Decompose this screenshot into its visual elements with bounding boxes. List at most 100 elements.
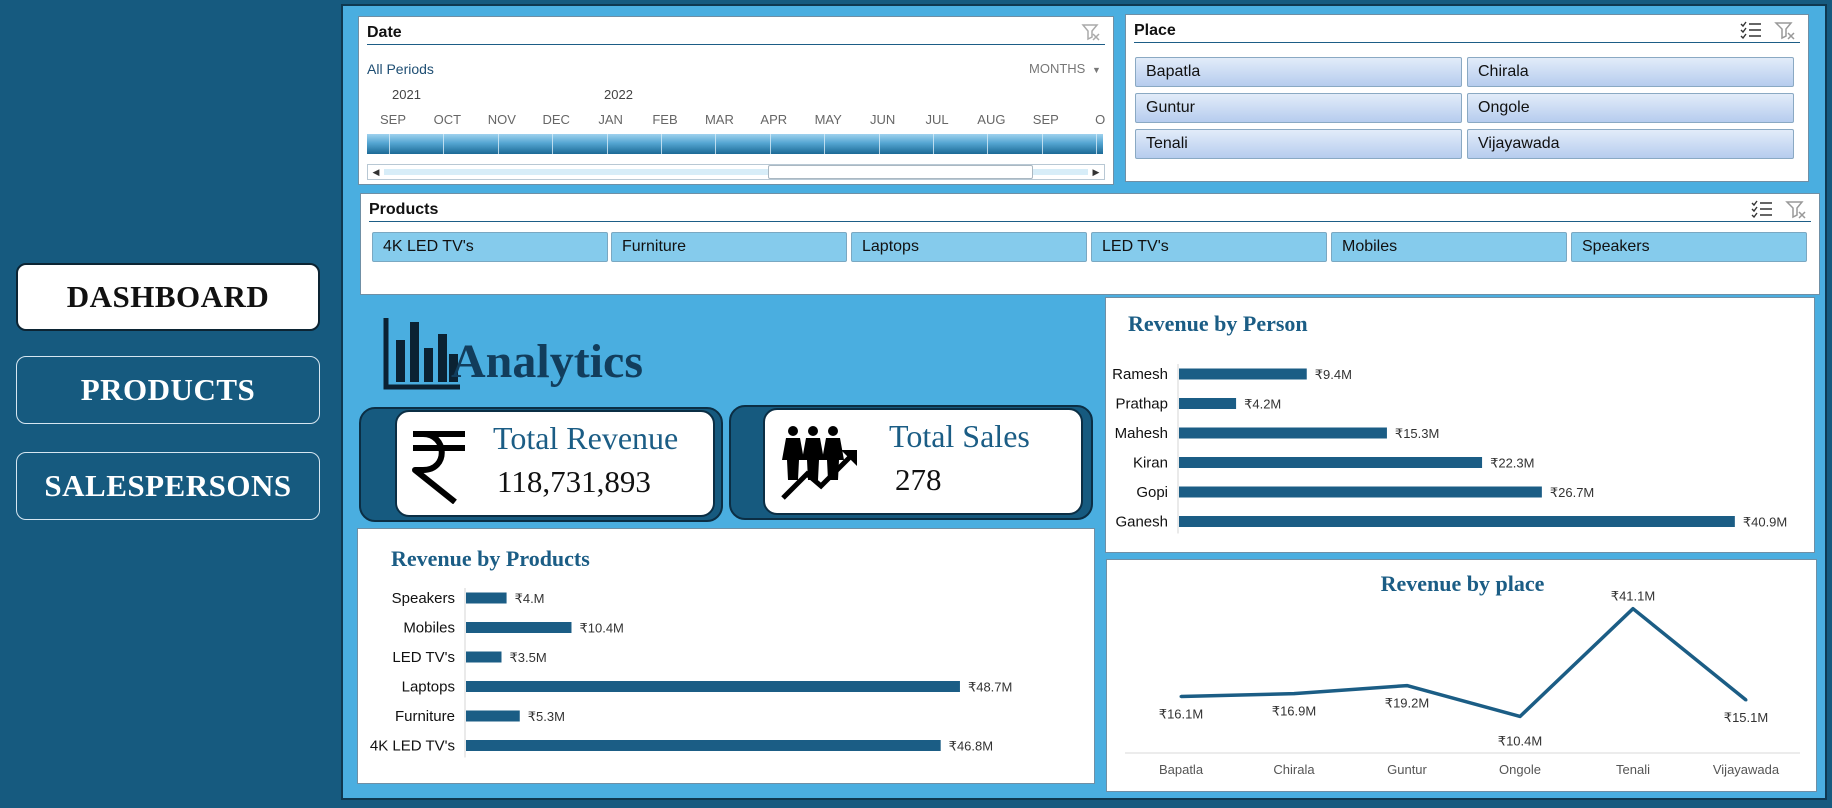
people-growth-icon — [779, 422, 869, 507]
bar — [1179, 427, 1387, 439]
month-label[interactable]: FEB — [645, 112, 685, 127]
scroll-thumb[interactable] — [768, 165, 1033, 179]
timeline-divider — [824, 134, 825, 154]
kpi-total-revenue-inner: Total Revenue 118,731,893 — [395, 410, 715, 517]
revenue-by-place-chart: Revenue by place ₹16.1M Bapatla ₹16.9M Chir… — [1106, 559, 1817, 792]
place-item-bapatla[interactable]: Bapatla — [1135, 57, 1462, 87]
kpi-revenue-label: Total Revenue — [493, 420, 679, 456]
multi-select-icon[interactable] — [1740, 21, 1762, 46]
products-slicer-title: Products — [369, 201, 439, 218]
month-label[interactable]: OCT — [427, 112, 467, 127]
month-label[interactable]: SEP — [373, 112, 413, 127]
category-tick-label: Mobiles — [403, 620, 455, 637]
bar — [1179, 486, 1542, 498]
product-item-led-tvs[interactable]: LED TV's — [1091, 232, 1327, 262]
month-label[interactable]: APR — [754, 112, 794, 127]
bar — [466, 592, 507, 604]
timeline-bar[interactable] — [367, 134, 1103, 154]
nav-salespersons-button[interactable]: SALESPERSONS — [16, 452, 320, 520]
scroll-left-icon[interactable]: ◀ — [368, 165, 384, 179]
data-label: ₹4.M — [515, 591, 545, 606]
data-label: ₹41.1M — [1611, 589, 1655, 604]
product-item-laptops[interactable]: Laptops — [851, 232, 1087, 262]
month-label[interactable]: AUG — [971, 112, 1011, 127]
product-item-speakers[interactable]: Speakers — [1571, 232, 1807, 262]
bar — [466, 681, 960, 692]
category-tick-label: 4K LED TV's — [370, 738, 455, 755]
nav-dashboard-button[interactable]: DASHBOARD — [16, 263, 320, 331]
timeline-divider — [443, 134, 444, 154]
timeline-divider — [715, 134, 716, 154]
all-periods-label: All Periods — [367, 61, 434, 77]
month-label[interactable]: SEP — [1026, 112, 1066, 127]
data-point — [1292, 692, 1296, 696]
revenue-by-place-svg: ₹16.1M Bapatla ₹16.9M Chirala ₹19.2M Guntur ₹1… — [1125, 589, 1800, 777]
place-item-guntur[interactable]: Guntur — [1135, 93, 1462, 123]
place-item-ongole[interactable]: Ongole — [1467, 93, 1794, 123]
product-item-furniture[interactable]: Furniture — [611, 232, 847, 262]
timeline-divider — [879, 134, 880, 154]
revenue-by-person-svg: Ramesh ₹9.4M Prathap ₹4.2M Mahesh ₹15.3M Kiran… — [1112, 364, 1787, 534]
category-tick-label: Ramesh — [1112, 366, 1168, 383]
timeline-divider — [552, 134, 553, 154]
month-label[interactable]: JUN — [863, 112, 903, 127]
bar — [1179, 368, 1307, 380]
category-tick-label: Ganesh — [1115, 514, 1168, 531]
scroll-right-icon[interactable]: ▶ — [1088, 165, 1104, 179]
timeline-divider — [770, 134, 771, 154]
multi-select-icon[interactable] — [1751, 200, 1773, 225]
category-tick-label: Speakers — [392, 590, 455, 607]
category-tick-label: Vijayawada — [1713, 762, 1780, 777]
bar — [1179, 398, 1237, 409]
year-label: 2021 — [392, 87, 421, 102]
data-label: ₹48.7M — [968, 680, 1012, 695]
category-tick-label: Ongole — [1499, 762, 1541, 777]
place-slicer-header: Place — [1134, 21, 1800, 43]
nav-products-button[interactable]: PRODUCTS — [16, 356, 320, 424]
timeline-divider — [1096, 134, 1097, 154]
month-label[interactable]: JAN — [591, 112, 631, 127]
timeline-divider — [661, 134, 662, 154]
kpi-total-sales-inner: Total Sales 278 — [763, 408, 1083, 515]
bar — [466, 651, 502, 663]
month-label[interactable]: JUL — [917, 112, 957, 127]
category-tick-label: Kiran — [1133, 455, 1168, 472]
month-label[interactable]: DEC — [536, 112, 576, 127]
rupee-icon — [409, 430, 469, 509]
timeline-divider — [1042, 134, 1043, 154]
place-item-vijayawada[interactable]: Vijayawada — [1467, 129, 1794, 159]
bar — [466, 710, 520, 722]
kpi-sales-label: Total Sales — [889, 418, 1030, 454]
bar — [466, 622, 572, 633]
time-level-dropdown[interactable]: MONTHS ▼ — [1029, 61, 1101, 76]
month-label[interactable]: MAY — [808, 112, 848, 127]
date-timeline-slicer[interactable]: Date All Periods MONTHS ▼ 2021 2022 SEP O… — [358, 16, 1114, 185]
place-slicer: Place Bapatla Chirala Guntur Ongole Tena… — [1125, 14, 1809, 182]
date-slicer-header: Date — [367, 23, 1105, 45]
data-label: ₹19.2M — [1385, 696, 1429, 711]
data-point — [1518, 714, 1522, 718]
product-item-4k-led-tvs[interactable]: 4K LED TV's — [372, 232, 608, 262]
category-tick-label: Laptops — [402, 679, 455, 696]
clear-filter-icon[interactable] — [1785, 200, 1807, 225]
series-line — [1180, 606, 1748, 719]
data-point — [1405, 684, 1409, 688]
timeline-divider — [987, 134, 988, 154]
date-slicer-title: Date — [367, 24, 402, 41]
place-item-tenali[interactable]: Tenali — [1135, 129, 1462, 159]
data-label: ₹3.5M — [510, 650, 547, 665]
analytics-chart-icon — [383, 316, 461, 395]
revenue-by-products-chart: Revenue by Products Speakers ₹4.M Mobiles ₹… — [357, 528, 1095, 784]
data-label: ₹15.3M — [1395, 426, 1439, 441]
month-label[interactable]: O — [1080, 112, 1120, 127]
month-label[interactable]: MAR — [699, 112, 739, 127]
timeline-scrollbar[interactable]: ◀ ▶ — [367, 164, 1105, 180]
month-label[interactable]: NOV — [482, 112, 522, 127]
category-tick-label: Bapatla — [1159, 762, 1204, 777]
place-item-chirala[interactable]: Chirala — [1467, 57, 1794, 87]
data-label: ₹26.7M — [1550, 485, 1594, 500]
place-slicer-title: Place — [1134, 22, 1176, 39]
clear-filter-icon[interactable] — [1774, 21, 1796, 46]
clear-filter-icon[interactable] — [1081, 23, 1101, 46]
product-item-mobiles[interactable]: Mobiles — [1331, 232, 1567, 262]
